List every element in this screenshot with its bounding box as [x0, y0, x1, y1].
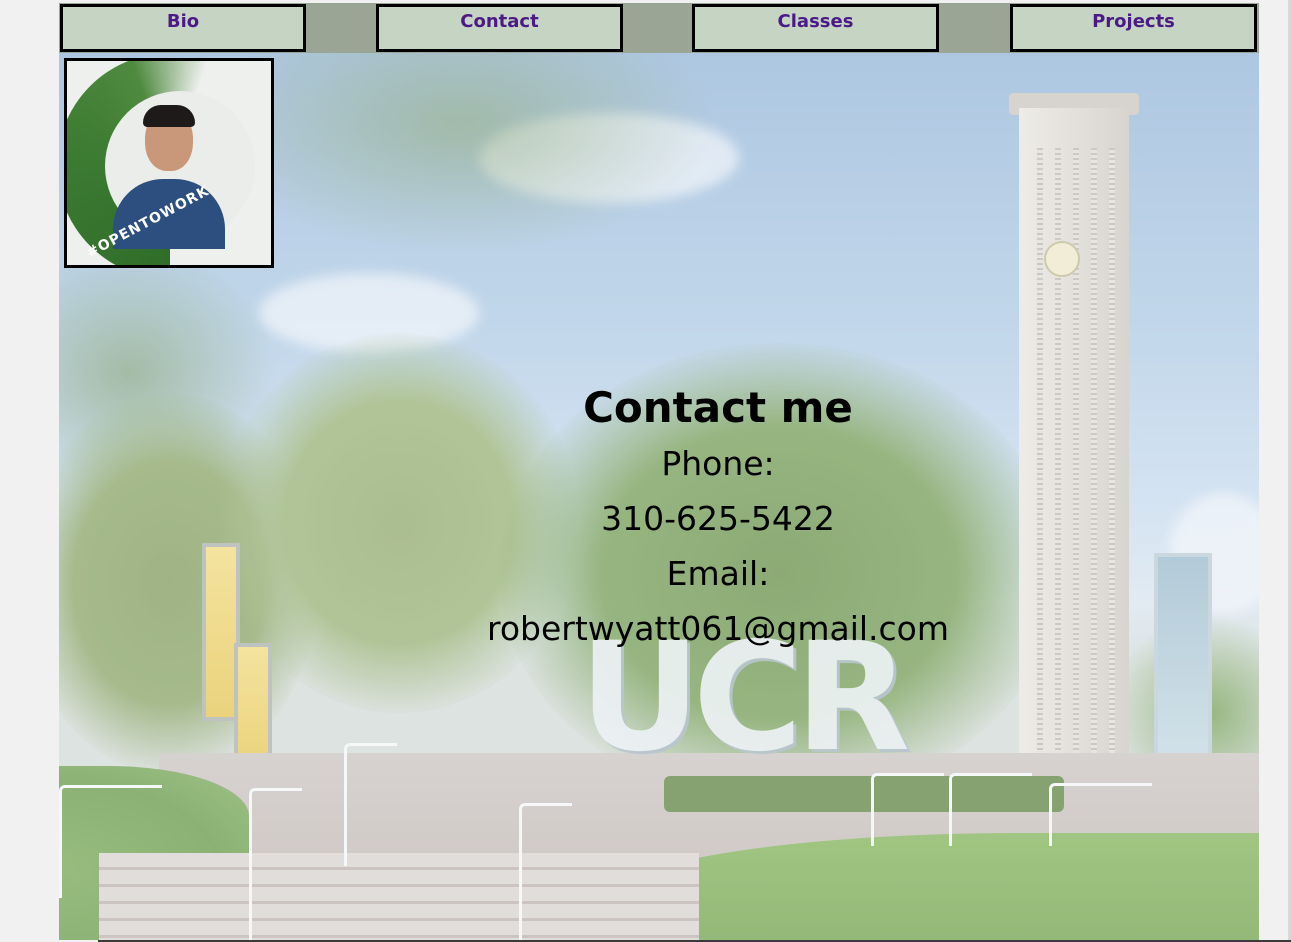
nav-contact-label: Contact — [460, 11, 539, 32]
nav-contact-button[interactable]: Contact — [376, 4, 623, 52]
person-hair — [143, 105, 195, 127]
nav-projects-button[interactable]: Projects — [1010, 4, 1257, 52]
top-nav: Bio Contact Classes Projects — [59, 3, 1259, 53]
contact-heading: Contact me — [583, 383, 853, 432]
profile-photo: #OPENTOWORK — [64, 58, 274, 268]
phone-value: 310-625-5422 — [601, 499, 835, 538]
page: Bio Contact Classes Projects UCR #OPENTO… — [59, 3, 1259, 940]
nav-bio-label: Bio — [166, 11, 200, 32]
nav-classes-button[interactable]: Classes — [692, 4, 939, 52]
nav-classes-label: Classes — [777, 11, 854, 32]
email-label: Email: — [666, 554, 770, 593]
phone-label: Phone: — [661, 444, 775, 483]
nav-projects-label: Projects — [1092, 11, 1175, 32]
email-value: robertwyatt061@gmail.com — [486, 609, 950, 648]
contact-section: Contact me Phone: 310-625-5422 Email: ro… — [418, 380, 1018, 656]
nav-bio-button[interactable]: Bio — [60, 4, 306, 52]
